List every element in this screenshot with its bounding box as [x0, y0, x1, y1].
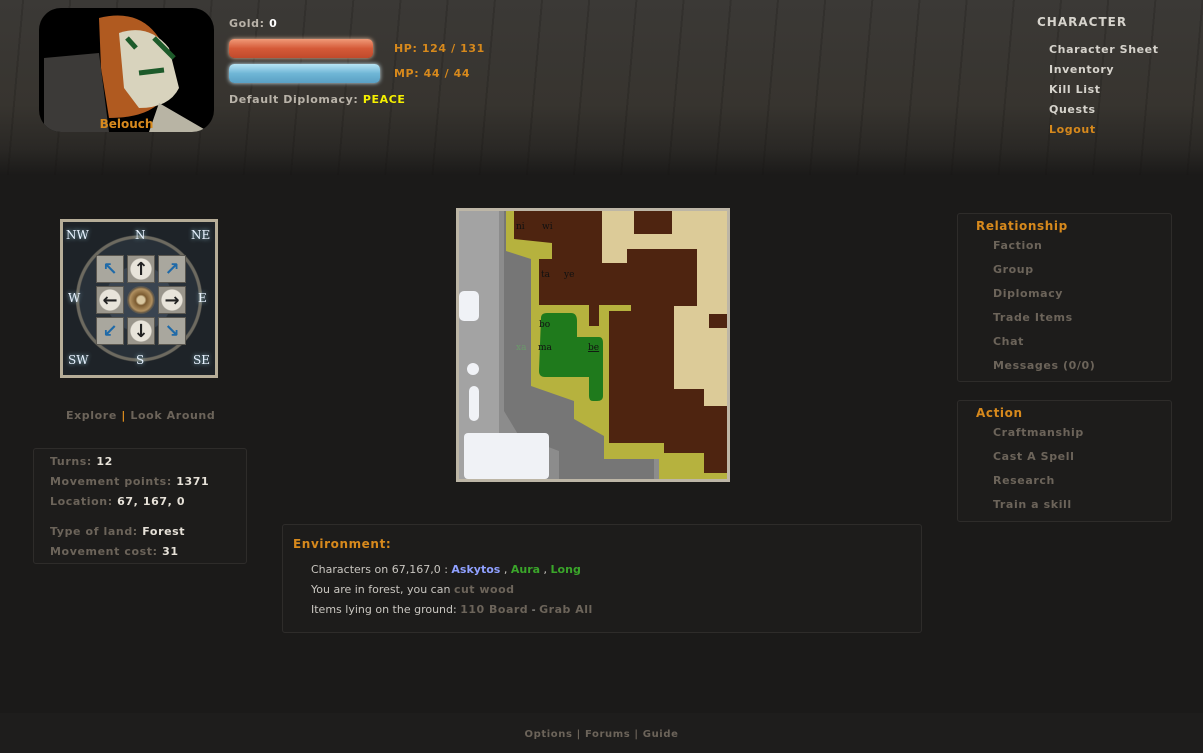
chat-link[interactable]: Chat: [993, 335, 1171, 359]
compass-label-s: S: [136, 353, 145, 367]
relationship-panel: Relationship Faction Group Diplomacy Tra…: [957, 213, 1172, 382]
research-link[interactable]: Research: [993, 474, 1171, 498]
ground-items: Items lying on the ground: 110 Board - G…: [311, 603, 593, 616]
character-link-aura[interactable]: Aura: [511, 563, 540, 576]
location: Location: 67, 167, 0: [50, 495, 186, 508]
move-ne-button[interactable]: ↗: [158, 255, 186, 283]
diplomacy-link[interactable]: Diplomacy: [993, 287, 1171, 311]
compass-center-button[interactable]: [127, 286, 155, 314]
stats-panel: Turns: 12 Movement points: 1371 Location…: [33, 448, 247, 564]
forest-info: You are in forest, you can cut wood: [311, 583, 515, 596]
map-label[interactable]: ma: [538, 343, 553, 353]
guide-link[interactable]: Guide: [643, 729, 679, 740]
grab-all-link[interactable]: Grab All: [539, 603, 593, 616]
character-link-askytos[interactable]: Askytos: [451, 563, 500, 576]
map-label[interactable]: bo: [539, 320, 550, 330]
compass-label-nw: NW: [66, 228, 89, 242]
menu-character-sheet[interactable]: Character Sheet: [1049, 43, 1159, 63]
character-name: Belouch: [99, 117, 154, 131]
craftmanship-link[interactable]: Craftmanship: [993, 426, 1171, 450]
move-nw-button[interactable]: ↖: [96, 255, 124, 283]
movement-points: Movement points: 1371: [50, 475, 210, 488]
map-label[interactable]: xa: [516, 343, 527, 353]
menu-inventory[interactable]: Inventory: [1049, 63, 1159, 83]
character-menu-title: CHARACTER: [1037, 15, 1128, 29]
move-sw-button[interactable]: ↙: [96, 317, 124, 345]
arrow-sw-icon: ↙: [102, 320, 118, 342]
map-label[interactable]: ni: [516, 222, 525, 232]
gold-value: 0: [269, 17, 278, 30]
move-e-button[interactable]: →: [158, 286, 186, 314]
move-se-button[interactable]: ↘: [158, 317, 186, 345]
move-n-button[interactable]: ↑: [127, 255, 155, 283]
compass-label-ne: NE: [191, 228, 211, 242]
footer: Options | Forums | Guide: [0, 713, 1203, 753]
action-panel: Action Craftmanship Cast A Spell Researc…: [957, 400, 1172, 522]
trade-items-link[interactable]: Trade Items: [993, 311, 1171, 335]
map-label-current[interactable]: be: [588, 343, 599, 353]
train-skill-link[interactable]: Train a skill: [993, 498, 1171, 522]
explore-link[interactable]: Explore: [66, 409, 117, 422]
default-diplomacy: Default Diplomacy: PEACE: [229, 93, 406, 106]
environment-panel: Environment: Characters on 67,167,0 : As…: [282, 524, 922, 633]
characters-here: Characters on 67,167,0 : Askytos , Aura …: [311, 563, 581, 576]
arrow-e-icon: →: [164, 289, 180, 311]
arrow-nw-icon: ↖: [102, 258, 118, 280]
diplomacy-value[interactable]: PEACE: [363, 93, 406, 106]
map-label[interactable]: ta: [541, 270, 551, 280]
faction-link[interactable]: Faction: [993, 239, 1171, 263]
compass-label-sw: SW: [68, 353, 89, 367]
arrow-ne-icon: ↗: [164, 258, 180, 280]
relationship-title: Relationship: [976, 219, 1068, 233]
compass-label-w: W: [68, 291, 81, 305]
map-label[interactable]: wi: [542, 222, 553, 232]
cut-wood-link[interactable]: cut wood: [454, 583, 515, 596]
look-around-link[interactable]: Look Around: [130, 409, 215, 422]
character-menu: CHARACTER Character Sheet Inventory Kill…: [1037, 15, 1159, 143]
move-s-button[interactable]: ↓: [127, 317, 155, 345]
arrow-se-icon: ↘: [164, 320, 180, 342]
compass-label-n: N: [135, 228, 146, 242]
group-link[interactable]: Group: [993, 263, 1171, 287]
map-snow: [459, 291, 479, 321]
menu-logout[interactable]: Logout: [1049, 123, 1159, 143]
map-label[interactable]: ye: [563, 270, 574, 280]
arrow-s-icon: ↓: [133, 320, 149, 342]
explore-links: Explore | Look Around: [66, 409, 216, 422]
character-link-long[interactable]: Long: [551, 563, 581, 576]
cast-spell-link[interactable]: Cast A Spell: [993, 450, 1171, 474]
environment-title: Environment:: [293, 537, 392, 551]
menu-quests[interactable]: Quests: [1049, 103, 1159, 123]
compass: NW N NE W E SW S SE ↖ ↑ ↗ ← → ↙ ↓ ↘: [60, 219, 218, 378]
arrow-n-icon: ↑: [133, 258, 149, 280]
turns: Turns: 12: [50, 455, 113, 468]
hp-text: HP: 124 / 131: [394, 42, 485, 55]
options-link[interactable]: Options: [525, 729, 573, 740]
mp-text: MP: 44 / 44: [394, 67, 471, 80]
item-board-link[interactable]: 110 Board: [460, 603, 528, 616]
gold-display: Gold: 0: [229, 17, 278, 30]
world-map[interactable]: ni wi ta ye bo xa ma be: [456, 208, 730, 482]
mp-bar: [229, 64, 380, 83]
compass-label-e: E: [198, 291, 207, 305]
arrow-w-icon: ←: [102, 289, 118, 311]
avatar[interactable]: Belouch: [39, 8, 214, 132]
movement-cost: Movement cost: 31: [50, 545, 179, 558]
forums-link[interactable]: Forums: [585, 729, 630, 740]
messages-link[interactable]: Messages (0/0): [993, 359, 1171, 383]
menu-kill-list[interactable]: Kill List: [1049, 83, 1159, 103]
compass-label-se: SE: [193, 353, 210, 367]
portrait-image: [44, 15, 209, 132]
hp-bar: [229, 39, 373, 58]
action-title: Action: [976, 406, 1023, 420]
move-w-button[interactable]: ←: [96, 286, 124, 314]
type-of-land: Type of land: Forest: [50, 525, 186, 538]
